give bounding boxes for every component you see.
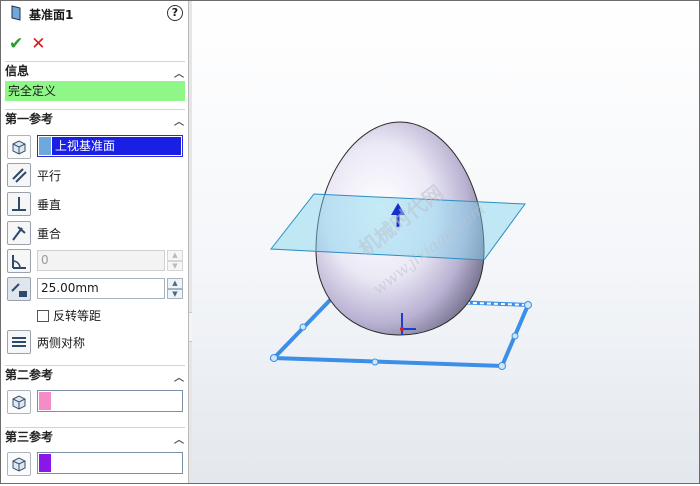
ok-button[interactable]: ✔ (9, 35, 23, 53)
section-third-reference-header[interactable]: 第三参考 ︿ (5, 427, 185, 446)
collapse-chevron-icon[interactable]: ︿ (173, 431, 185, 446)
flip-offset-label: 反转等距 (53, 309, 102, 323)
section-second-reference-header[interactable]: 第二参考 ︿ (5, 365, 185, 384)
feature-title: 基准面1 (29, 7, 74, 22)
flip-offset-checkbox[interactable] (37, 309, 49, 322)
parallel-option[interactable]: 平行 (7, 163, 61, 187)
offset-spinner[interactable]: ▲ ▼ (167, 278, 183, 299)
first-reference-row (7, 135, 31, 159)
parallel-label: 平行 (37, 168, 62, 183)
property-manager: 基准面1 ? ✔ ✕ 信息 ︿ 完全定义 第一参考 ︿ 上视基准面 平行 垂直 … (1, 1, 189, 483)
first-reference-selection: 上视基准面 (52, 137, 181, 155)
selection-color-swatch (39, 392, 51, 410)
section-info-title: 信息 (5, 64, 30, 78)
second-reference-selection-box[interactable] (37, 390, 183, 412)
angle-spinner[interactable]: ▲ ▼ (167, 250, 183, 271)
mid-plane-option[interactable]: 两侧对称 (7, 330, 85, 354)
parallel-icon[interactable] (7, 163, 31, 187)
coincident-label: 重合 (37, 226, 62, 241)
plane-feature-icon (9, 4, 23, 24)
feature-title-row: 基准面1 (9, 4, 74, 24)
cancel-button[interactable]: ✕ (31, 35, 45, 53)
section-first-reference-header[interactable]: 第一参考 ︿ (5, 109, 185, 128)
section-third-reference-title: 第三参考 (5, 430, 54, 444)
coincident-icon[interactable] (7, 221, 31, 245)
first-reference-selection-box[interactable]: 上视基准面 (37, 135, 183, 157)
selection-color-swatch (39, 137, 51, 155)
mid-plane-label: 两侧对称 (37, 335, 86, 350)
angle-icon[interactable] (7, 249, 31, 273)
second-reference-selection (52, 392, 181, 410)
collapse-chevron-icon[interactable]: ︿ (173, 65, 185, 80)
spin-down-icon[interactable]: ▼ (167, 260, 183, 271)
coincident-option[interactable]: 重合 (7, 221, 61, 245)
mid-plane-icon[interactable] (7, 330, 31, 354)
third-reference-selection-box[interactable] (37, 452, 183, 474)
perpendicular-label: 垂直 (37, 197, 62, 212)
spin-up-icon[interactable]: ▲ (167, 250, 183, 261)
section-info-header[interactable]: 信息 ︿ (5, 61, 185, 80)
perpendicular-option[interactable]: 垂直 (7, 192, 61, 216)
offset-distance-icon[interactable] (7, 277, 31, 301)
ok-cancel-bar: ✔ ✕ (9, 35, 46, 53)
third-reference-row (7, 452, 31, 476)
reference-cube-icon (7, 390, 31, 414)
section-first-reference-title: 第一参考 (5, 112, 54, 126)
angle-row (7, 249, 31, 273)
reference-cube-icon (7, 452, 31, 476)
collapse-chevron-icon[interactable]: ︿ (173, 369, 185, 384)
section-second-reference-title: 第二参考 (5, 368, 54, 382)
second-reference-row (7, 390, 31, 414)
help-icon[interactable]: ? (167, 5, 183, 21)
spin-up-icon[interactable]: ▲ (167, 278, 183, 289)
spin-down-icon[interactable]: ▼ (167, 288, 183, 299)
third-reference-selection (52, 454, 181, 472)
offset-row (7, 277, 31, 301)
reference-cube-icon (7, 135, 31, 159)
selection-color-swatch (39, 454, 51, 472)
offset-distance-input[interactable]: 25.00mm (37, 278, 165, 299)
graphics-viewport[interactable]: 机械时代网 www.jixiage.com (192, 1, 699, 483)
flip-offset-option[interactable]: 反转等距 (37, 307, 101, 324)
collapse-chevron-icon[interactable]: ︿ (173, 113, 185, 128)
perpendicular-icon[interactable] (7, 192, 31, 216)
angle-input[interactable]: 0 (37, 250, 165, 271)
model-canvas[interactable]: 机械时代网 www.jixiage.com (192, 1, 699, 483)
status-message: 完全定义 (5, 81, 185, 101)
